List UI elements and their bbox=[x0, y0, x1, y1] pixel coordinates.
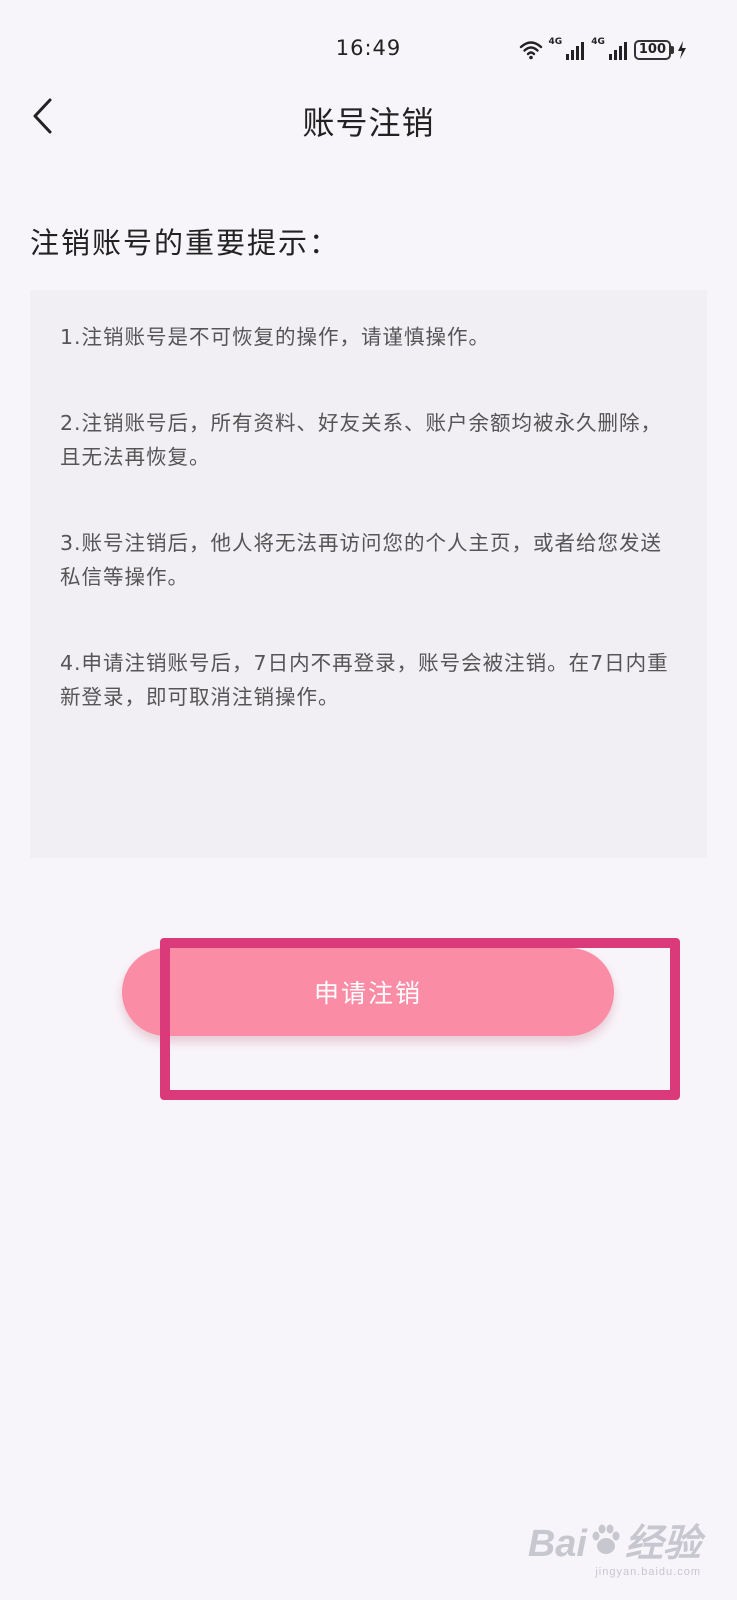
watermark-brand: Bai bbox=[527, 1523, 587, 1565]
battery-icon: 100 bbox=[633, 40, 687, 60]
section-heading: 注销账号的重要提示： bbox=[30, 226, 341, 260]
signal-icon-2 bbox=[608, 40, 628, 60]
status-bar: 16:49 4G 4G 100 bbox=[0, 0, 737, 90]
watermark: Bai 经验 jingyan.baidu.com bbox=[528, 1524, 701, 1578]
watermark-brand-tail: 经验 bbox=[624, 1523, 701, 1565]
status-icons: 4G 4G 100 bbox=[519, 38, 687, 60]
apply-deregister-button[interactable]: 申请注销 bbox=[122, 948, 614, 1036]
tip-item-2: 2.注销账号后，所有资料、好友关系、账户余额均被永久删除，且无法再恢复。 bbox=[60, 411, 663, 469]
network-label-2: 4G bbox=[591, 37, 605, 47]
paw-icon bbox=[591, 1524, 621, 1564]
tip-item-1: 1.注销账号是不可恢复的操作，请谨慎操作。 bbox=[60, 325, 491, 349]
battery-level: 100 bbox=[633, 40, 671, 60]
watermark-url: jingyan.baidu.com bbox=[595, 1566, 701, 1578]
signal-icon-1 bbox=[565, 40, 585, 60]
wifi-icon bbox=[519, 40, 543, 60]
tips-card: 1.注销账号是不可恢复的操作，请谨慎操作。 2.注销账号后，所有资料、好友关系、… bbox=[30, 290, 707, 858]
page-title: 账号注销 bbox=[302, 104, 435, 142]
watermark-logo: Bai 经验 bbox=[528, 1524, 701, 1564]
network-label-1: 4G bbox=[548, 37, 563, 47]
battery-cap bbox=[671, 46, 674, 54]
charging-bolt-icon bbox=[677, 41, 687, 59]
tip-item-4: 4.申请注销账号后，7日内不再登录，账号会被注销。在7日内重新登录，即可取消注销… bbox=[60, 651, 669, 709]
tip-item-3: 3.账号注销后，他人将无法再访问您的个人主页，或者给您发送私信等操作。 bbox=[60, 531, 663, 589]
nav-bar: 账号注销 bbox=[0, 90, 737, 146]
